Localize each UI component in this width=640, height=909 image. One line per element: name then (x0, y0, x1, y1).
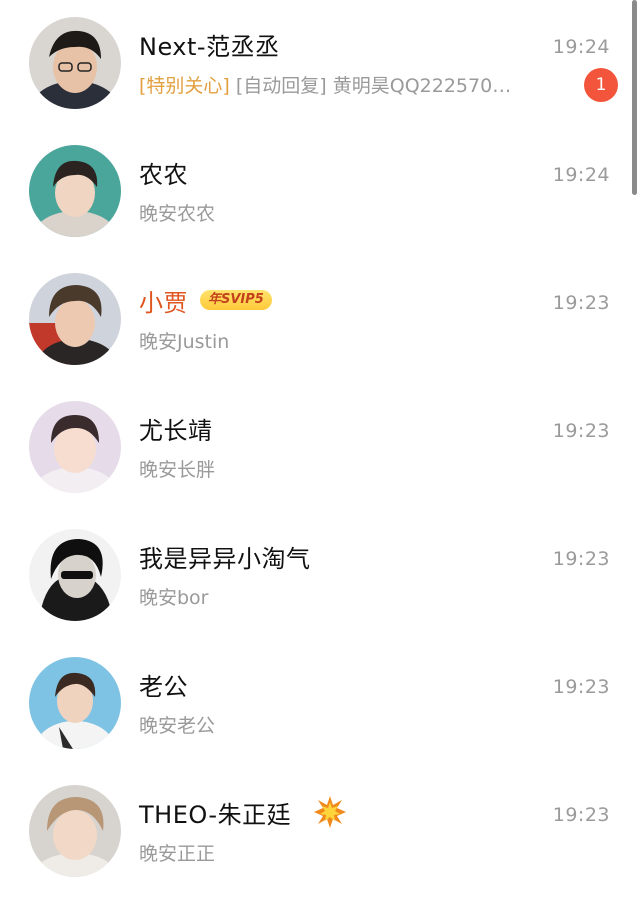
message-time: 19:24 (552, 164, 610, 186)
special-care-tag: [特别关心] (139, 75, 230, 97)
message-preview: 晚安正正 (139, 843, 216, 865)
avatar[interactable] (29, 657, 121, 749)
unread-badge: 1 (584, 68, 618, 102)
avatar[interactable] (29, 785, 121, 877)
message-preview: 晚安Justin (139, 331, 230, 353)
contact-name: 小贾 (139, 288, 188, 317)
avatar[interactable] (29, 529, 121, 621)
message-time: 19:24 (552, 36, 610, 58)
message-time: 19:23 (552, 292, 610, 314)
conversation-item[interactable]: THEO-朱正廷 晚安正正 19:23 (0, 768, 640, 896)
contact-name: 我是异异小淘气 (139, 544, 311, 573)
contact-name: THEO-朱正廷 (139, 800, 292, 829)
preview-text: 黄明昊QQ222570… (332, 75, 512, 97)
message-time: 19:23 (552, 676, 610, 698)
scrollbar[interactable] (632, 0, 637, 195)
message-preview: 晚安长胖 (139, 459, 216, 481)
contact-name: 农农 (139, 160, 188, 189)
message-preview: [特别关心] [自动回复] 黄明昊QQ222570… (139, 70, 559, 102)
name-line: 农农 (139, 154, 188, 190)
contact-name: Next-范丞丞 (139, 32, 280, 61)
name-line: THEO-朱正廷 (139, 794, 347, 830)
name-line: 我是异异小淘气 (139, 538, 311, 574)
name-line: 小贾 年SVIP5 (139, 282, 272, 318)
conversation-item[interactable]: 农农 晚安农农 19:24 (0, 128, 640, 256)
message-preview: 晚安老公 (139, 715, 216, 737)
name-line: Next-范丞丞 (139, 26, 280, 62)
name-line: 老公 (139, 666, 188, 702)
message-time: 19:23 (552, 804, 610, 826)
avatar[interactable] (29, 17, 121, 109)
svip-badge: 年SVIP5 (200, 290, 272, 310)
message-time: 19:23 (552, 548, 610, 570)
avatar[interactable] (29, 273, 121, 365)
conversation-item[interactable]: 老公 晚安老公 19:23 (0, 640, 640, 768)
name-line: 尤长靖 (139, 410, 213, 446)
message-time: 19:23 (552, 420, 610, 442)
conversation-item[interactable]: 小贾 年SVIP5 晚安Justin 19:23 (0, 256, 640, 384)
explosion-emoji-icon (313, 795, 347, 829)
conversation-item[interactable]: 我是异异小淘气 晚安bor 19:23 (0, 512, 640, 640)
conversation-item[interactable]: Next-范丞丞 [特别关心] [自动回复] 黄明昊QQ222570… 19:2… (0, 0, 640, 128)
avatar[interactable] (29, 401, 121, 493)
message-preview: 晚安农农 (139, 203, 216, 225)
conversation-item[interactable]: 尤长靖 晚安长胖 19:23 (0, 384, 640, 512)
avatar[interactable] (29, 145, 121, 237)
conversation-list: Next-范丞丞 [特别关心] [自动回复] 黄明昊QQ222570… 19:2… (0, 0, 640, 896)
contact-name: 老公 (139, 672, 188, 701)
auto-reply-tag: [自动回复] (235, 75, 327, 97)
contact-name: 尤长靖 (139, 416, 213, 445)
message-preview: 晚安bor (139, 587, 209, 609)
